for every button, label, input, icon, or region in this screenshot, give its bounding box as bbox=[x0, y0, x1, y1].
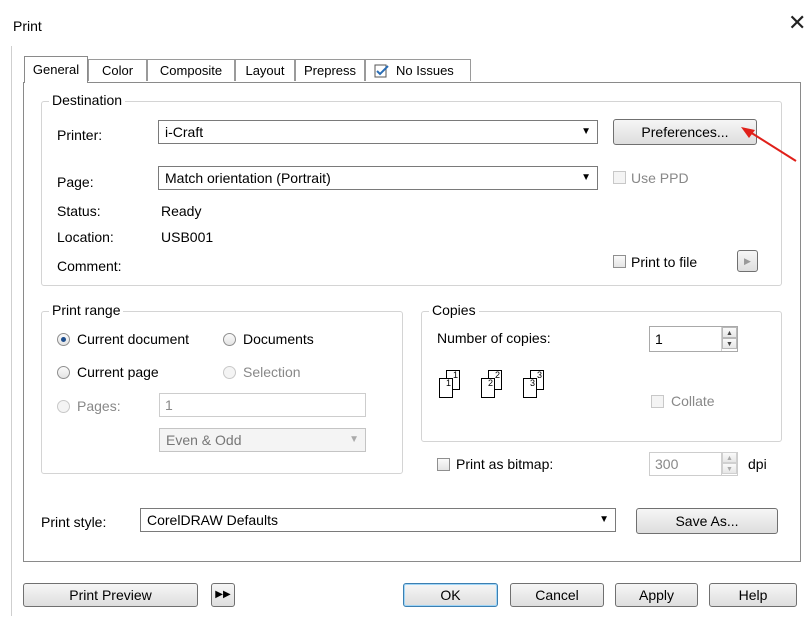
tab-color[interactable]: Color bbox=[88, 59, 147, 81]
save-as-button[interactable]: Save As... bbox=[636, 508, 778, 534]
comment-label: Comment: bbox=[57, 258, 122, 274]
use-ppd-checkbox[interactable] bbox=[613, 171, 626, 184]
print-to-file-label: Print to file bbox=[631, 254, 698, 270]
tab-composite[interactable]: Composite bbox=[147, 59, 235, 81]
selection-radio[interactable] bbox=[223, 366, 236, 379]
window-left-border bbox=[11, 46, 12, 616]
chevron-down-icon: ▼ bbox=[599, 514, 609, 525]
collate-page-icon: 1 bbox=[439, 378, 453, 398]
print-to-file-browse-button[interactable]: ▶ bbox=[737, 250, 758, 272]
tab-layout[interactable]: Layout bbox=[235, 59, 295, 81]
dpi-unit-label: dpi bbox=[748, 456, 767, 472]
tab-prepress[interactable]: Prepress bbox=[295, 59, 365, 81]
printer-value: i-Craft bbox=[165, 124, 204, 140]
chevron-down-icon: ▼ bbox=[581, 126, 591, 137]
location-value: USB001 bbox=[161, 229, 214, 245]
copies-spinner[interactable]: ▲ ▼ bbox=[721, 327, 737, 351]
print-range-legend: Print range bbox=[49, 302, 124, 318]
current-document-radio[interactable] bbox=[57, 333, 70, 346]
collate-page-icon: 2 bbox=[481, 378, 495, 398]
even-odd-value: Even & Odd bbox=[166, 432, 242, 448]
close-icon[interactable]: ✕ bbox=[788, 12, 806, 34]
cancel-button[interactable]: Cancel bbox=[510, 583, 604, 607]
even-odd-select[interactable]: Even & Odd ▼ bbox=[159, 428, 366, 452]
documents-label: Documents bbox=[243, 331, 314, 347]
title-bar bbox=[0, 0, 812, 44]
page-value: Match orientation (Portrait) bbox=[165, 170, 331, 186]
pages-label: Pages: bbox=[77, 398, 121, 414]
current-document-label: Current document bbox=[77, 331, 190, 347]
print-as-bitmap-checkbox[interactable] bbox=[437, 458, 450, 471]
ok-button[interactable]: OK bbox=[403, 583, 498, 607]
spin-up-icon[interactable]: ▲ bbox=[722, 452, 737, 463]
printer-label: Printer: bbox=[57, 127, 103, 143]
pages-radio[interactable] bbox=[57, 400, 70, 413]
collate-page-icon: 3 bbox=[523, 378, 537, 398]
preview-expand-icon[interactable]: ▶▶ bbox=[211, 583, 235, 607]
print-style-select[interactable]: CorelDRAW Defaults ▼ bbox=[140, 508, 616, 532]
tab-no-issues[interactable]: No Issues bbox=[365, 59, 471, 81]
spin-down-icon[interactable]: ▼ bbox=[722, 463, 737, 474]
dpi-spinner[interactable]: ▲ ▼ bbox=[721, 452, 737, 476]
print-as-bitmap-label: Print as bitmap: bbox=[456, 456, 554, 472]
location-label: Location: bbox=[57, 229, 114, 245]
dpi-value: 300 bbox=[655, 456, 679, 472]
pages-input[interactable]: 1 bbox=[159, 393, 366, 417]
selection-label: Selection bbox=[243, 364, 301, 380]
printer-select[interactable]: i-Craft ▼ bbox=[158, 120, 598, 144]
spin-up-icon[interactable]: ▲ bbox=[722, 327, 737, 338]
print-style-label: Print style: bbox=[41, 514, 107, 530]
help-button[interactable]: Help bbox=[709, 583, 797, 607]
collate-checkbox[interactable] bbox=[651, 395, 664, 408]
number-of-copies-label: Number of copies: bbox=[437, 330, 551, 346]
annotation-arrow-icon bbox=[741, 127, 797, 162]
status-label: Status: bbox=[57, 203, 101, 219]
status-value: Ready bbox=[161, 203, 202, 219]
apply-button[interactable]: Apply bbox=[615, 583, 698, 607]
print-to-file-checkbox[interactable] bbox=[613, 255, 626, 268]
current-page-radio[interactable] bbox=[57, 366, 70, 379]
chevron-down-icon: ▼ bbox=[581, 172, 591, 183]
documents-radio[interactable] bbox=[223, 333, 236, 346]
copies-legend: Copies bbox=[429, 302, 479, 318]
collate-illustration: 1 1 2 2 3 3 bbox=[436, 370, 566, 402]
tab-no-issues-label: No Issues bbox=[396, 63, 454, 78]
chevron-down-icon: ▼ bbox=[349, 434, 359, 445]
use-ppd-label: Use PPD bbox=[631, 170, 689, 186]
current-page-label: Current page bbox=[77, 364, 159, 380]
page-select[interactable]: Match orientation (Portrait) ▼ bbox=[158, 166, 598, 190]
window-title: Print bbox=[13, 18, 42, 34]
checklist-icon bbox=[374, 64, 389, 78]
spin-down-icon[interactable]: ▼ bbox=[722, 338, 737, 349]
print-style-value: CorelDRAW Defaults bbox=[147, 512, 278, 528]
destination-legend: Destination bbox=[49, 92, 126, 108]
collate-label: Collate bbox=[671, 393, 715, 409]
tab-general[interactable]: General bbox=[24, 56, 88, 83]
number-of-copies-value: 1 bbox=[655, 331, 663, 347]
print-preview-button[interactable]: Print Preview bbox=[23, 583, 198, 607]
page-label: Page: bbox=[57, 174, 94, 190]
